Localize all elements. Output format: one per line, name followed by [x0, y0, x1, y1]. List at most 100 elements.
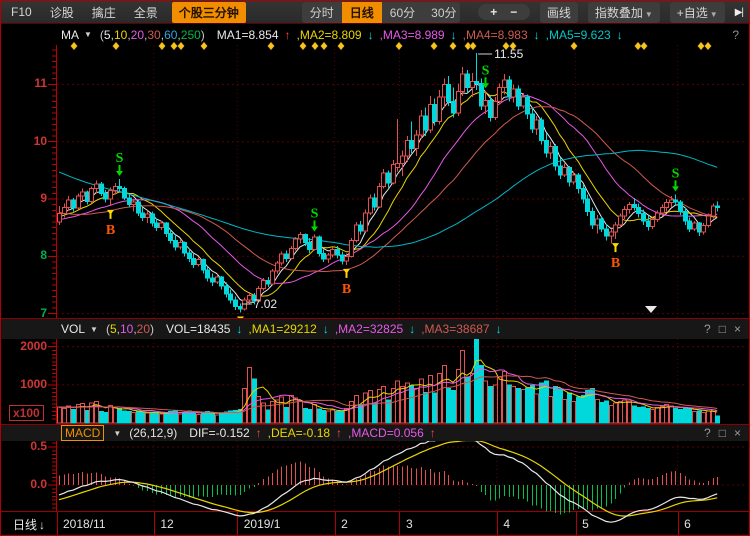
price-gridlines: [57, 84, 746, 313]
maximize-icon[interactable]: □: [719, 322, 726, 336]
volume-tick-label: 2000: [5, 339, 47, 353]
chevron-down-icon: ▼: [645, 10, 653, 19]
macd-bar-window-icons: ? □ ×: [704, 426, 741, 440]
volume-indicator-bar: VOL ▼ (5,10,20) VOL=18435 ↓ ,MA1=29212 ↓ ,MA2=3…: [1, 318, 749, 339]
sell-signal-label: S: [311, 207, 319, 222]
buy-signal-label: B: [106, 223, 115, 238]
macd-bar-params: (26,12,9): [129, 426, 177, 440]
arrow-up-icon: ↑: [256, 426, 262, 440]
date-axis-bar: 日线 ↓ 2018/11 12 2019/1 2 3 4 5 6: [1, 511, 749, 536]
vol-bar-params: (5,10,20): [106, 322, 154, 336]
month-separator: [576, 512, 577, 536]
macd-bar-value-0: DIF=-0.152: [189, 426, 249, 440]
buy-sell-markers: BSBSBSBS: [106, 63, 680, 319]
sell-signal-label: S: [672, 166, 680, 181]
toolbar-item-3[interactable]: 全景: [130, 3, 162, 22]
vol-bar-value-1: ,MA1=29212: [248, 322, 316, 336]
toolbar-right-group: 画线指数叠加▼ +自选▼ ▶|: [540, 2, 743, 23]
period-tab-0[interactable]: 分时: [302, 2, 342, 23]
toolbar-right-0[interactable]: 画线: [540, 2, 578, 23]
price-axis-ticks: [48, 50, 56, 314]
month-separator: [237, 512, 238, 536]
month-label: 12: [160, 517, 173, 531]
price-tick-label: 8: [5, 248, 47, 262]
macd-bar-title[interactable]: MACD: [61, 425, 104, 441]
arrow-down-icon: ↓: [496, 322, 502, 336]
low-price-label: 7.02: [254, 297, 278, 311]
macd-indicator-bar: MACD ▼ (26,12,9) DIF=-0.152 ↑ ,DEA=-0.18 ↑ ,MAC…: [1, 424, 749, 441]
period-selector[interactable]: 日线 ↓: [1, 512, 58, 536]
period-tab-2[interactable]: 60分: [382, 2, 423, 23]
close-icon[interactable]: ×: [734, 426, 741, 440]
volume-tick-label: 1000: [5, 377, 47, 391]
buy-signal-label: B: [342, 282, 351, 297]
macd-histogram: [60, 462, 718, 515]
macd-bar-value-2: ,MACD=0.056: [348, 426, 424, 440]
close-icon[interactable]: ×: [734, 322, 741, 336]
arrow-up-icon: ↑: [336, 426, 342, 440]
candles-layer: [58, 53, 720, 313]
event-diamond-icons[interactable]: [71, 42, 712, 50]
high-price-label: 11.55: [494, 47, 523, 61]
period-label: 日线: [13, 516, 37, 533]
macd-tick-label: 0.5: [5, 439, 47, 453]
price-tick-label: 10: [5, 134, 47, 148]
vol-bar-title[interactable]: VOL: [61, 322, 85, 336]
vol-bar-value-3: ,MA3=38687: [421, 322, 489, 336]
price-tick-label: 11: [5, 76, 47, 90]
toolbar-item-1[interactable]: 诊股: [46, 3, 78, 22]
volume-chart[interactable]: [1, 339, 750, 424]
toolbar-right-1[interactable]: 指数叠加▼: [588, 2, 660, 23]
macd-tick-label: 0.0: [5, 477, 47, 491]
toolbar-item-2[interactable]: 擒庄: [88, 3, 120, 22]
stock-chart-window: F10 诊股擒庄全景个股三分钟 分时日线60分30分周线▼ +− 画线指数叠加▼ +自选▼…: [0, 0, 750, 536]
help-icon[interactable]: ?: [704, 322, 711, 336]
month-separator: [335, 512, 336, 536]
sell-signal-label: S: [116, 151, 124, 166]
vol-bar-value-2: ,MA2=32825: [335, 322, 403, 336]
vol-bar-window-icons: ? □ ×: [704, 322, 741, 336]
month-separator: [399, 512, 400, 536]
month-label: 2: [341, 517, 348, 531]
month-label: 3: [406, 517, 413, 531]
top-toolbar: F10 诊股擒庄全景个股三分钟 分时日线60分30分周线▼ +− 画线指数叠加▼ +自选▼…: [1, 1, 749, 24]
collapse-panel-icon[interactable]: ▶|: [735, 7, 743, 18]
toolbar-right-2[interactable]: +自选▼: [670, 2, 725, 23]
month-separator: [497, 512, 498, 536]
arrow-down-icon: ↓: [236, 322, 242, 336]
period-tab-1[interactable]: 日线: [342, 2, 382, 23]
month-label: 5: [582, 517, 589, 531]
dea-line: [59, 441, 717, 516]
arrow-down-icon: ↓: [409, 322, 415, 336]
month-label: 2019/1: [244, 517, 281, 531]
month-separator: [678, 512, 679, 536]
volume-bars: [58, 339, 720, 423]
help-icon[interactable]: ?: [704, 426, 711, 440]
chevron-down-icon[interactable]: ▼: [90, 325, 98, 334]
month-label: 2018/11: [63, 517, 106, 531]
month-label: 4: [503, 517, 510, 531]
toolbar-item-0[interactable]: F10: [7, 4, 36, 20]
buy-signal-label: B: [611, 256, 620, 271]
arrow-up-icon: ↑: [430, 426, 436, 440]
volume-unit-label: x100: [9, 405, 44, 421]
scroll-position-icon[interactable]: [645, 306, 657, 313]
month-separator: [154, 512, 155, 536]
zoom-controls: +−: [478, 4, 530, 20]
price-tick-label: 9: [5, 191, 47, 205]
chevron-down-icon[interactable]: ▼: [113, 429, 121, 438]
chevron-down-icon[interactable]: ▼: [84, 30, 92, 39]
month-label: 6: [684, 517, 691, 531]
macd-bar-value-1: ,DEA=-0.18: [268, 426, 330, 440]
zoom-in-button[interactable]: +: [486, 5, 502, 19]
maximize-icon[interactable]: □: [719, 426, 726, 440]
stock-3min-button[interactable]: 个股三分钟: [172, 2, 246, 23]
chevron-down-icon: ▼: [710, 10, 718, 19]
vol-bar-value-0: VOL=18435: [166, 322, 230, 336]
candlestick-chart[interactable]: BSBSBSBS11.557.02: [1, 39, 750, 319]
arrow-down-icon: ↓: [39, 518, 45, 532]
period-tabstrip: 分时日线60分30分周线▼: [302, 2, 460, 23]
period-tab-3[interactable]: 30分: [423, 2, 460, 23]
zoom-out-button[interactable]: −: [506, 5, 522, 19]
arrow-down-icon: ↓: [323, 322, 329, 336]
